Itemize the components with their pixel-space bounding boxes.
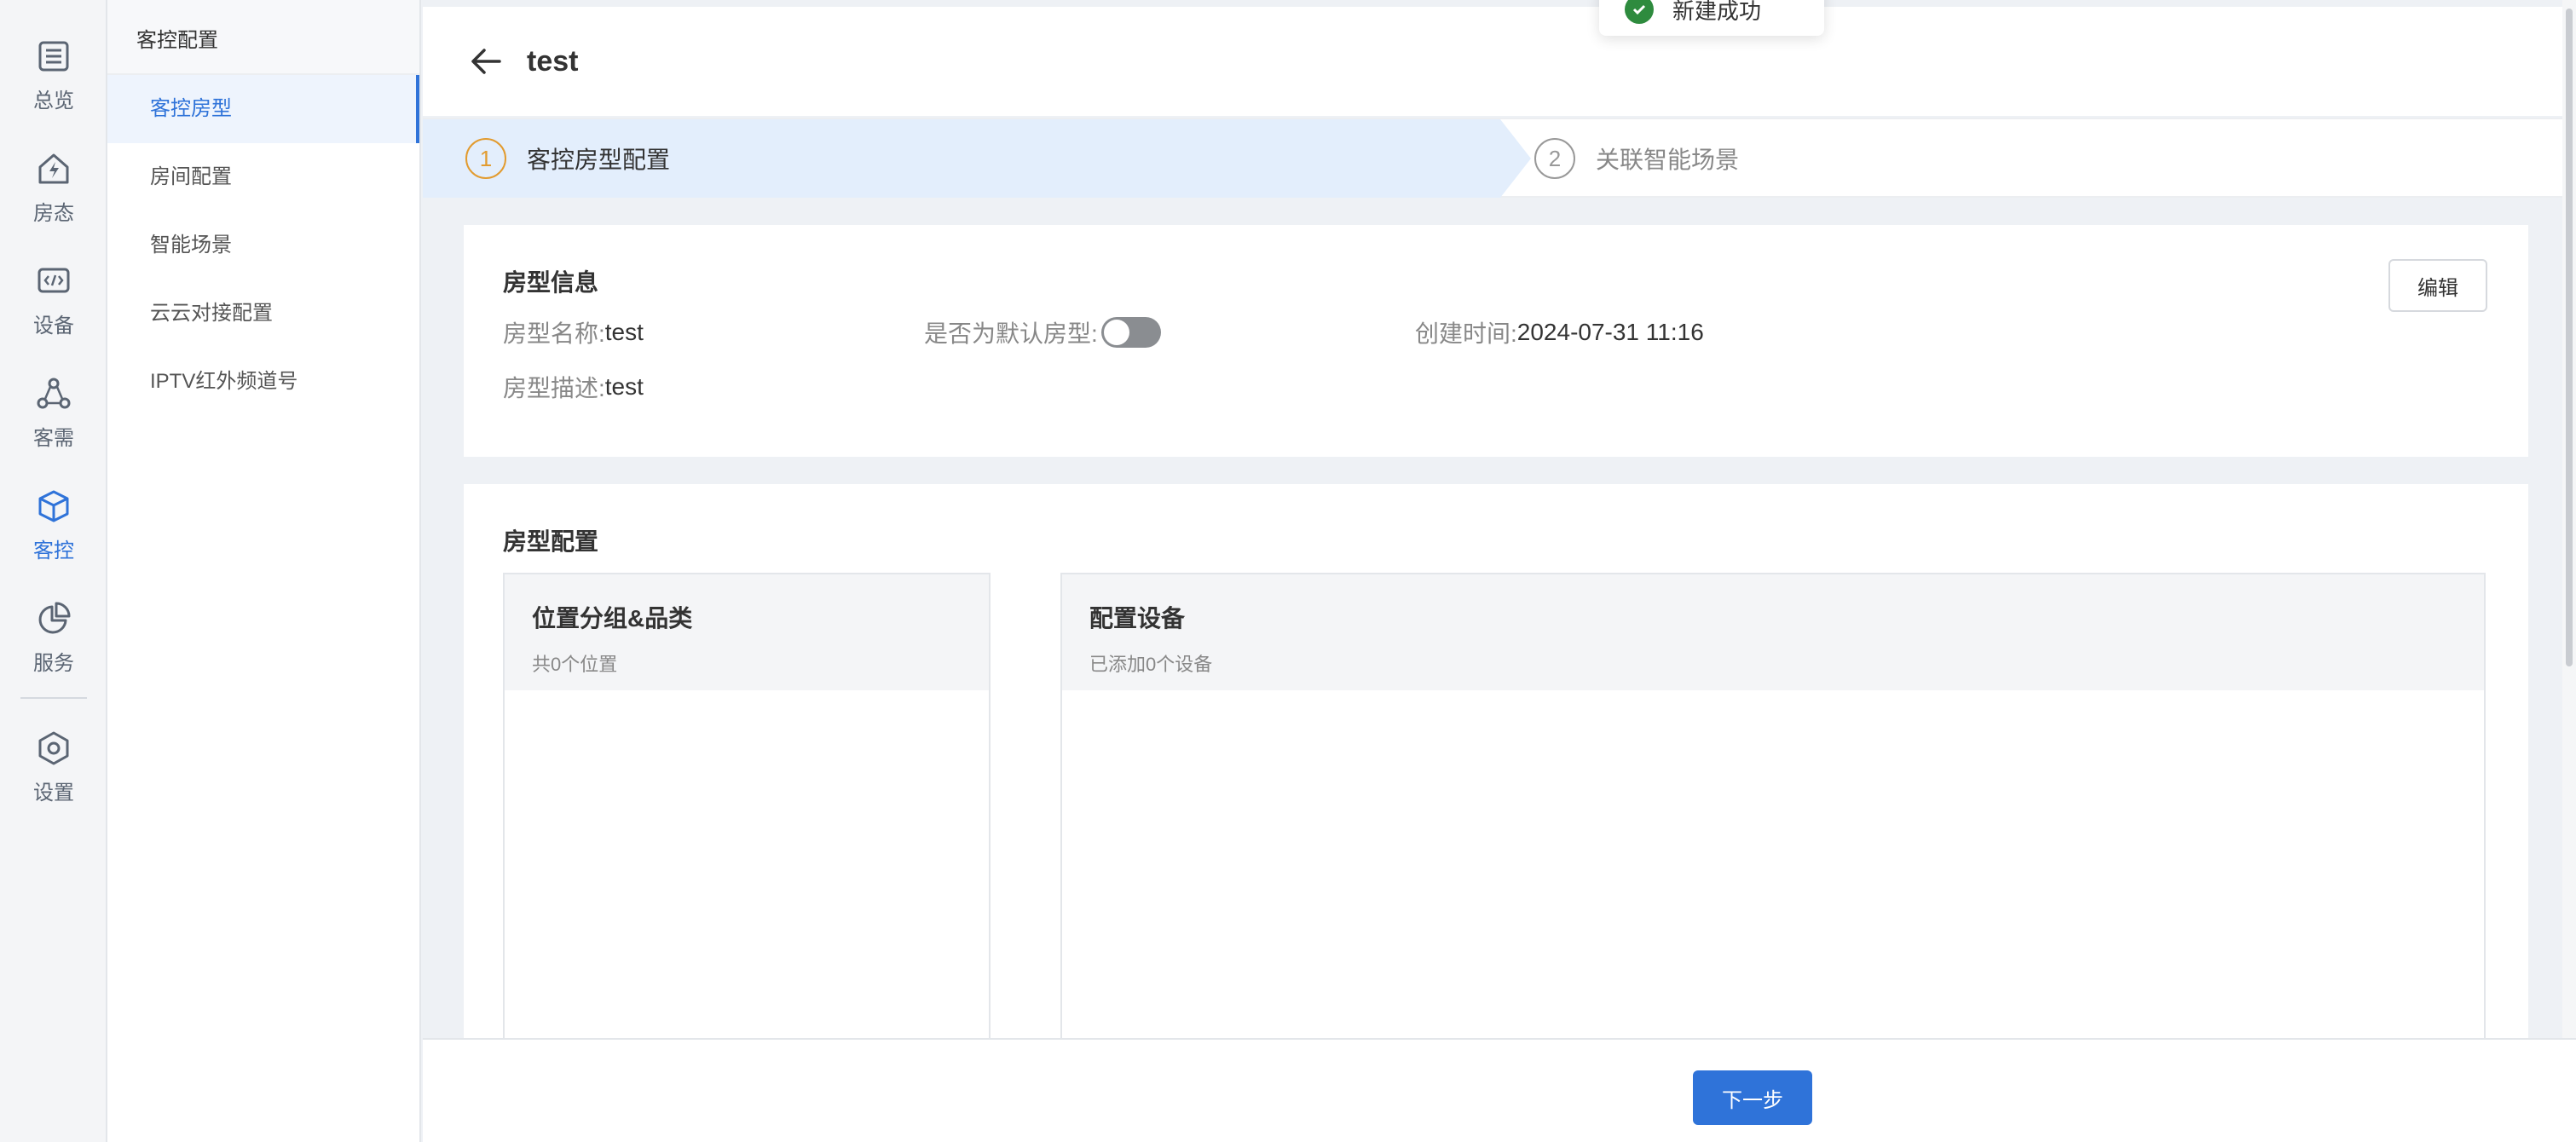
- panel-header: 位置分组&品类 共0个位置: [505, 574, 989, 690]
- settings-hex-icon: [38, 731, 69, 765]
- room-name-field: 房型名称: test: [503, 315, 644, 349]
- step-number: 1: [465, 138, 506, 179]
- rail-item-label: 设备: [33, 314, 74, 337]
- pie-chart-icon: [38, 602, 71, 634]
- rail-item-label: 客需: [33, 427, 74, 450]
- subnav-item-smart-scenes[interactable]: 智能场景: [107, 211, 419, 280]
- success-toast: 新建成功: [1599, 0, 1824, 36]
- rail-item-label: 总览: [33, 89, 74, 112]
- room-info-title: 房型信息: [503, 269, 599, 296]
- rail-item-overview[interactable]: 总览: [0, 37, 107, 131]
- created-time-field: 创建时间: 2024-07-31 11:16: [1415, 315, 1704, 349]
- main-content: test 1 客控房型配置 2 关联智能场景 房型信息 编辑 房型名称: tes…: [423, 0, 2576, 1142]
- page-title: test: [527, 44, 579, 78]
- subnav-item-iptv-channels[interactable]: IPTV红外频道号: [107, 348, 419, 416]
- device-code-icon: [38, 268, 70, 293]
- cube-icon: [38, 490, 69, 522]
- panel-subtitle: 共0个位置: [532, 654, 618, 675]
- rail-item-label: 服务: [33, 652, 74, 675]
- footer-bar: 下一步: [423, 1038, 2576, 1142]
- step-link-smart-scenes[interactable]: 2 关联智能场景: [1534, 138, 1739, 179]
- next-step-button[interactable]: 下一步: [1693, 1070, 1812, 1125]
- rail-item-label: 设置: [33, 782, 74, 805]
- step-number: 2: [1534, 138, 1575, 179]
- back-arrow-icon[interactable]: [467, 43, 505, 80]
- network-icon: [37, 378, 71, 409]
- success-check-icon: [1625, 0, 1654, 24]
- step-label: 客控房型配置: [527, 147, 671, 173]
- subnav-title: 客控配置: [107, 0, 419, 75]
- rail-item-settings[interactable]: 设置: [0, 730, 107, 823]
- room-config-card: 房型配置 位置分组&品类 共0个位置 配置设备 已添加0个设备: [464, 484, 2528, 1038]
- stepper: 1 客控房型配置 2 关联智能场景: [423, 118, 2576, 198]
- rail-item-services[interactable]: 服务: [0, 600, 107, 694]
- room-config-title: 房型配置: [503, 528, 599, 555]
- panel-header: 配置设备 已添加0个设备: [1062, 574, 2484, 690]
- room-name-value: test: [604, 319, 644, 345]
- configured-devices-panel: 配置设备 已添加0个设备: [1060, 573, 2486, 1038]
- room-desc-field: 房型描述: test: [503, 370, 644, 404]
- step-label: 关联智能场景: [1596, 147, 1740, 173]
- rail-item-guest-control[interactable]: 客控: [0, 487, 107, 581]
- vertical-scrollbar[interactable]: [2562, 0, 2576, 1038]
- room-name-label: 房型名称:: [503, 320, 605, 347]
- room-info-card: 房型信息 编辑 房型名称: test 是否为默认房型: 创建时间: 2024-0…: [464, 225, 2528, 457]
- subnav-item-room-config[interactable]: 房间配置: [107, 143, 419, 211]
- rail-item-label: 房态: [33, 202, 74, 225]
- scrollbar-thumb[interactable]: [2566, 9, 2573, 666]
- rail-item-guest-needs[interactable]: 客需: [0, 375, 107, 469]
- subnav-item-room-types[interactable]: 客控房型: [107, 75, 419, 143]
- rail-divider: [20, 697, 87, 699]
- room-desc-value: test: [604, 373, 644, 400]
- toast-message: 新建成功: [1672, 0, 1762, 24]
- default-room-field: 是否为默认房型:: [924, 315, 1161, 349]
- room-desc-label: 房型描述:: [503, 375, 605, 401]
- edit-button[interactable]: 编辑: [2388, 259, 2487, 312]
- panel-subtitle: 已添加0个设备: [1089, 654, 1213, 675]
- location-category-panel: 位置分组&品类 共0个位置: [503, 573, 991, 1038]
- toggle-knob: [1103, 320, 1129, 345]
- page-header: test: [423, 7, 2576, 116]
- default-room-toggle[interactable]: [1100, 317, 1161, 348]
- panel-title: 配置设备: [1089, 605, 1186, 632]
- panel-title: 位置分组&品类: [532, 605, 693, 632]
- icon-rail: 总览 房态 设备 客需 客控 服务 设置: [0, 0, 107, 1142]
- created-time-value: 2024-07-31 11:16: [1516, 319, 1704, 345]
- rail-item-room-status[interactable]: 房态: [0, 150, 107, 244]
- created-time-label: 创建时间:: [1415, 320, 1517, 347]
- secondary-nav: 客控配置 客控房型 房间配置 智能场景 云云对接配置 IPTV红外频道号: [107, 0, 421, 1142]
- home-bolt-icon: [38, 153, 69, 184]
- list-icon: [38, 41, 69, 72]
- rail-item-devices[interactable]: 设备: [0, 262, 107, 356]
- step-room-type-config[interactable]: 1 客控房型配置: [465, 138, 670, 179]
- rail-item-label: 客控: [33, 539, 74, 562]
- default-room-label: 是否为默认房型:: [924, 320, 1098, 347]
- subnav-item-cloud-integration[interactable]: 云云对接配置: [107, 280, 419, 348]
